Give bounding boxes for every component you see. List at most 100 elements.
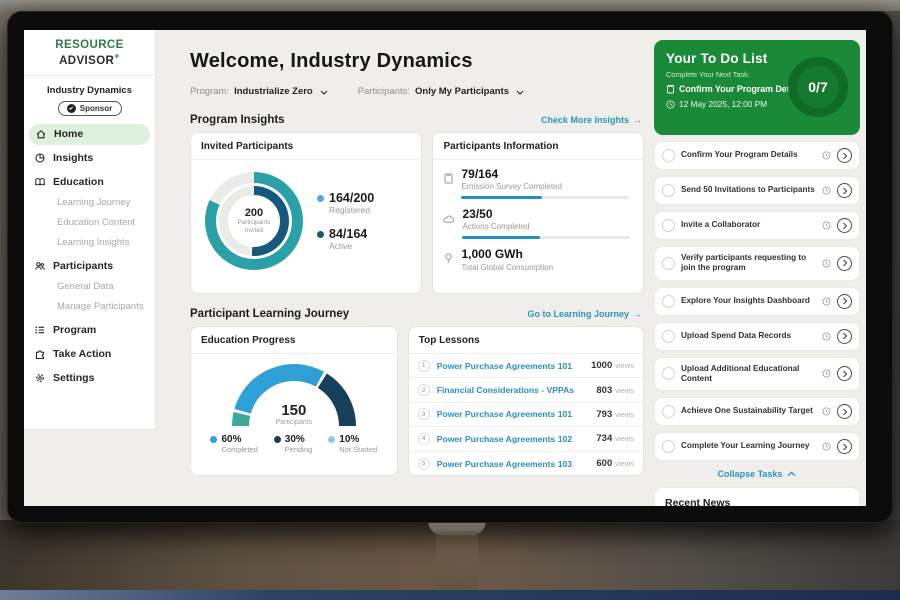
task-checkbox[interactable] [662, 295, 675, 308]
sidebar-item-label: Program [53, 324, 96, 336]
card-title: Participants Information [433, 133, 643, 160]
task-checkbox[interactable] [662, 440, 675, 453]
sponsor-badge[interactable]: Sponsor [58, 101, 122, 116]
task-open-button[interactable] [837, 404, 852, 419]
task-open-button[interactable] [837, 439, 852, 454]
insights-icon [34, 152, 46, 164]
section-title: Participant Learning Journey [190, 308, 349, 320]
sidebar-item-insights[interactable]: Insights [24, 148, 155, 169]
program-insights-header: Program Insights Check More Insights → [190, 114, 642, 126]
lesson-row-5[interactable]: 5 Power Purchase Agreements 103 600 view… [409, 452, 643, 476]
go-to-learning-journey-link[interactable]: Go to Learning Journey → [527, 309, 642, 319]
learning-cards-row: Education Progress 150 Participants 60% … [190, 326, 644, 476]
lesson-row-4[interactable]: 4 Power Purchase Agreements 102 734 view… [409, 427, 643, 451]
sidebar-item-take-action[interactable]: Take Action [24, 344, 155, 365]
task-label: Upload Additional Educational Content [681, 364, 816, 385]
recent-news-title: Recent News [655, 488, 859, 506]
task-checkbox[interactable] [662, 257, 675, 270]
task-row-3[interactable]: Invite a Collaborator [654, 211, 860, 240]
task-row-2[interactable]: Send 50 Invitations to Participants [654, 176, 860, 205]
completed-dot [210, 436, 217, 443]
sidebar-item-label: Participants [53, 260, 113, 272]
lesson-row-2[interactable]: 2 Financial Considerations - VPPAs 803 v… [409, 378, 643, 402]
pending-dot [274, 436, 281, 443]
participants-information-card: Participants Information 79/164 Emission… [432, 132, 644, 294]
pending-value: 30% [285, 434, 305, 445]
task-row-1[interactable]: Confirm Your Program Details [654, 141, 860, 170]
todo-list-card: Your To Do List Complete Your Next Task:… [654, 40, 860, 135]
participants-icon [34, 260, 46, 272]
task-checkbox[interactable] [662, 405, 675, 418]
org-name: Industry Dynamics [24, 85, 155, 96]
stat-value: 1,000 GWh [461, 248, 553, 261]
sidebar-item-manage-participants[interactable]: Manage Participants [24, 297, 155, 317]
program-dropdown[interactable]: Program: Industrialize Zero [190, 82, 328, 100]
task-row-4[interactable]: Verify participants requesting to join t… [654, 246, 860, 281]
task-row-9[interactable]: Complete Your Learning Journey [654, 432, 860, 461]
page-title: Welcome, Industry Dynamics [190, 50, 644, 73]
task-open-button[interactable] [837, 256, 852, 271]
background-top-strip [0, 0, 900, 11]
section-title: Program Insights [190, 114, 285, 126]
lesson-link[interactable]: Power Purchase Agreements 102 [437, 434, 597, 444]
task-row-7[interactable]: Upload Additional Educational Content [654, 357, 860, 392]
lesson-row-3[interactable]: 3 Power Purchase Agreements 101 793 view… [409, 403, 643, 427]
gauge-center-label: 150 Participants [232, 402, 356, 426]
progress-track [462, 236, 630, 239]
task-open-button[interactable] [837, 366, 852, 381]
task-open-button[interactable] [837, 294, 852, 309]
lesson-rank: 5 [418, 458, 430, 470]
education-gauge-chart: 150 Participants [232, 364, 356, 426]
lesson-views: 734 [596, 433, 612, 444]
recent-news-card: Recent News [654, 487, 860, 506]
sidebar-item-education[interactable]: Education [24, 172, 155, 193]
gauge-value: 150 [232, 402, 356, 419]
task-checkbox[interactable] [662, 367, 675, 380]
active-label: Active [329, 241, 374, 251]
task-checkbox[interactable] [662, 330, 675, 343]
stat-value: 79/164 [461, 168, 629, 181]
lesson-link[interactable]: Power Purchase Agreements 101 [437, 361, 591, 371]
sidebar-item-settings[interactable]: Settings [24, 368, 155, 389]
task-checkbox[interactable] [662, 219, 675, 232]
sidebar-item-general-data[interactable]: General Data [24, 277, 155, 297]
sidebar-item-learning-journey[interactable]: Learning Journey [24, 193, 155, 213]
task-open-button[interactable] [837, 218, 852, 233]
stat-global-consumption: 1,000 GWh Total Global Consumption [443, 248, 631, 271]
link-label: Go to Learning Journey [527, 309, 629, 319]
program-icon [34, 324, 46, 336]
lesson-link[interactable]: Power Purchase Agreements 101 [437, 409, 597, 419]
views-word: views [615, 434, 634, 443]
card-title: Invited Participants [191, 133, 421, 160]
sidebar-item-participants[interactable]: Participants [24, 256, 155, 277]
lesson-link[interactable]: Financial Considerations - VPPAs [437, 385, 597, 395]
sidebar-item-label: Take Action [53, 348, 111, 360]
take-action-icon [34, 348, 46, 360]
lesson-link[interactable]: Power Purchase Agreements 103 [437, 459, 597, 469]
collapse-tasks-link[interactable]: Collapse Tasks [654, 469, 860, 479]
task-open-button[interactable] [837, 329, 852, 344]
monitor: RESOURCE ADVISOR+ Industry Dynamics Spon… [8, 12, 892, 522]
lesson-row-1[interactable]: 1 Power Purchase Agreements 101 1000 vie… [409, 354, 643, 378]
lesson-views: 1000 [591, 360, 612, 371]
task-checkbox[interactable] [662, 149, 675, 162]
not-started-value: 10% [339, 434, 359, 445]
sidebar-item-home[interactable]: Home [29, 124, 150, 145]
dashboard-screen: RESOURCE ADVISOR+ Industry Dynamics Spon… [24, 30, 866, 506]
participants-dropdown[interactable]: Participants: Only My Participants [358, 82, 524, 100]
todo-column: Your To Do List Complete Your Next Task:… [654, 40, 860, 506]
task-open-button[interactable] [837, 183, 852, 198]
task-open-button[interactable] [837, 148, 852, 163]
task-row-6[interactable]: Upload Spend Data Records [654, 322, 860, 351]
check-more-insights-link[interactable]: Check More Insights → [541, 115, 642, 125]
sidebar-item-program[interactable]: Program [24, 320, 155, 341]
sidebar-item-label: Home [54, 128, 83, 140]
task-row-5[interactable]: Explore Your Insights Dashboard [654, 287, 860, 316]
task-checkbox[interactable] [662, 184, 675, 197]
sidebar-item-learning-insights[interactable]: Learning Insights [24, 233, 155, 253]
sidebar-item-education-content[interactable]: Education Content [24, 213, 155, 233]
education-icon [34, 176, 46, 188]
lesson-views: 793 [596, 409, 612, 420]
invited-participants-card: Invited Participants 200 Participants In… [190, 132, 422, 294]
task-row-8[interactable]: Achieve One Sustainability Target [654, 397, 860, 426]
